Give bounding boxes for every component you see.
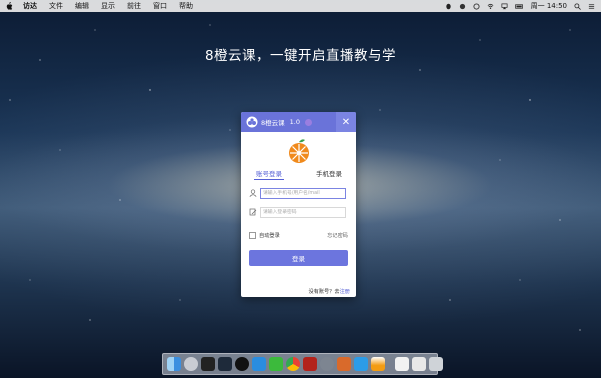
version-label: 1.0 <box>289 118 300 126</box>
notification-center-icon[interactable] <box>588 3 595 10</box>
password-icon <box>249 208 257 216</box>
cursor-indicator <box>304 118 312 126</box>
launchpad-icon[interactable] <box>184 357 198 371</box>
tab-phone-login[interactable]: 手机登录 <box>316 168 342 178</box>
menubar-clock[interactable]: 周一 14:50 <box>531 1 567 11</box>
monitor-icon[interactable] <box>218 357 232 371</box>
register-prompt: 没有账号？去注册 <box>308 288 350 295</box>
login-tabs: 账号登录 手机登录 <box>241 168 356 182</box>
wechat-icon[interactable] <box>269 357 283 371</box>
menu-file[interactable]: 文件 <box>49 1 63 11</box>
dock <box>162 353 443 375</box>
apple-icon[interactable] <box>6 2 13 10</box>
menu-app-name[interactable]: 访达 <box>23 1 37 11</box>
downloads-icon[interactable] <box>412 357 426 371</box>
battery-icon[interactable] <box>514 3 524 10</box>
password-input[interactable] <box>260 206 346 218</box>
menu-bar: 访达 文件 编辑 显示 前往 窗口 帮助 周一 14:50 <box>0 0 601 12</box>
app-store-icon[interactable] <box>337 357 351 371</box>
login-options: 自动登录 忘记密码 <box>249 231 348 239</box>
backup-icon[interactable] <box>473 2 480 10</box>
menu-go[interactable]: 前往 <box>127 1 141 11</box>
kugou-icon[interactable] <box>354 357 368 371</box>
menu-view[interactable]: 显示 <box>101 1 115 11</box>
spotlight-icon[interactable] <box>574 2 581 10</box>
orange-logo-icon <box>289 139 309 163</box>
login-button[interactable]: 登录 <box>249 250 348 266</box>
close-icon: ✕ <box>341 116 351 128</box>
menu-help[interactable]: 帮助 <box>179 1 193 11</box>
password-field <box>249 206 348 218</box>
account-input[interactable] <box>260 187 346 199</box>
auto-login-label[interactable]: 自动登录 <box>259 232 280 239</box>
login-window: 8橙云课 1.0 ✕ 账号登录 手机登录 自动登录 忘记密码 登录 没有账号？去… <box>241 112 356 297</box>
terminal-icon[interactable] <box>201 357 215 371</box>
account-field <box>249 187 348 199</box>
airplay-icon[interactable] <box>501 3 508 10</box>
no-account-text: 没有账号？去 <box>308 289 340 295</box>
close-button[interactable]: ✕ <box>336 112 356 132</box>
disk-utility-icon[interactable] <box>320 357 334 371</box>
tab-account-login[interactable]: 账号登录 <box>256 168 282 178</box>
chrome-icon[interactable] <box>286 357 300 371</box>
window-title: 8橙云课 <box>261 119 285 127</box>
slogan-text: 8橙云课，一键开启直播教与学 <box>204 48 397 64</box>
qq-status-icon[interactable] <box>445 3 452 10</box>
user-icon <box>249 189 257 197</box>
finder-icon[interactable] <box>167 357 181 371</box>
vscode-icon[interactable] <box>252 357 266 371</box>
forgot-password-link[interactable]: 忘记密码 <box>327 232 348 239</box>
documents-icon[interactable] <box>395 357 409 371</box>
menu-window[interactable]: 窗口 <box>153 1 167 11</box>
auto-login-checkbox[interactable] <box>249 231 256 239</box>
status-area: 周一 14:50 <box>445 1 595 11</box>
wifi-icon[interactable] <box>487 3 494 10</box>
active-tab-underline <box>254 179 284 180</box>
qq-icon[interactable] <box>235 357 249 371</box>
trash-icon[interactable] <box>429 357 443 371</box>
vlc-icon[interactable] <box>371 357 385 371</box>
menu-edit[interactable]: 编辑 <box>75 1 89 11</box>
register-link[interactable]: 注册 <box>340 289 350 295</box>
app-logo-icon <box>246 116 258 128</box>
sync-icon[interactable] <box>459 3 466 10</box>
login-window-titlebar[interactable]: 8橙云课 1.0 ✕ <box>241 112 356 132</box>
filezilla-icon[interactable] <box>303 357 317 371</box>
